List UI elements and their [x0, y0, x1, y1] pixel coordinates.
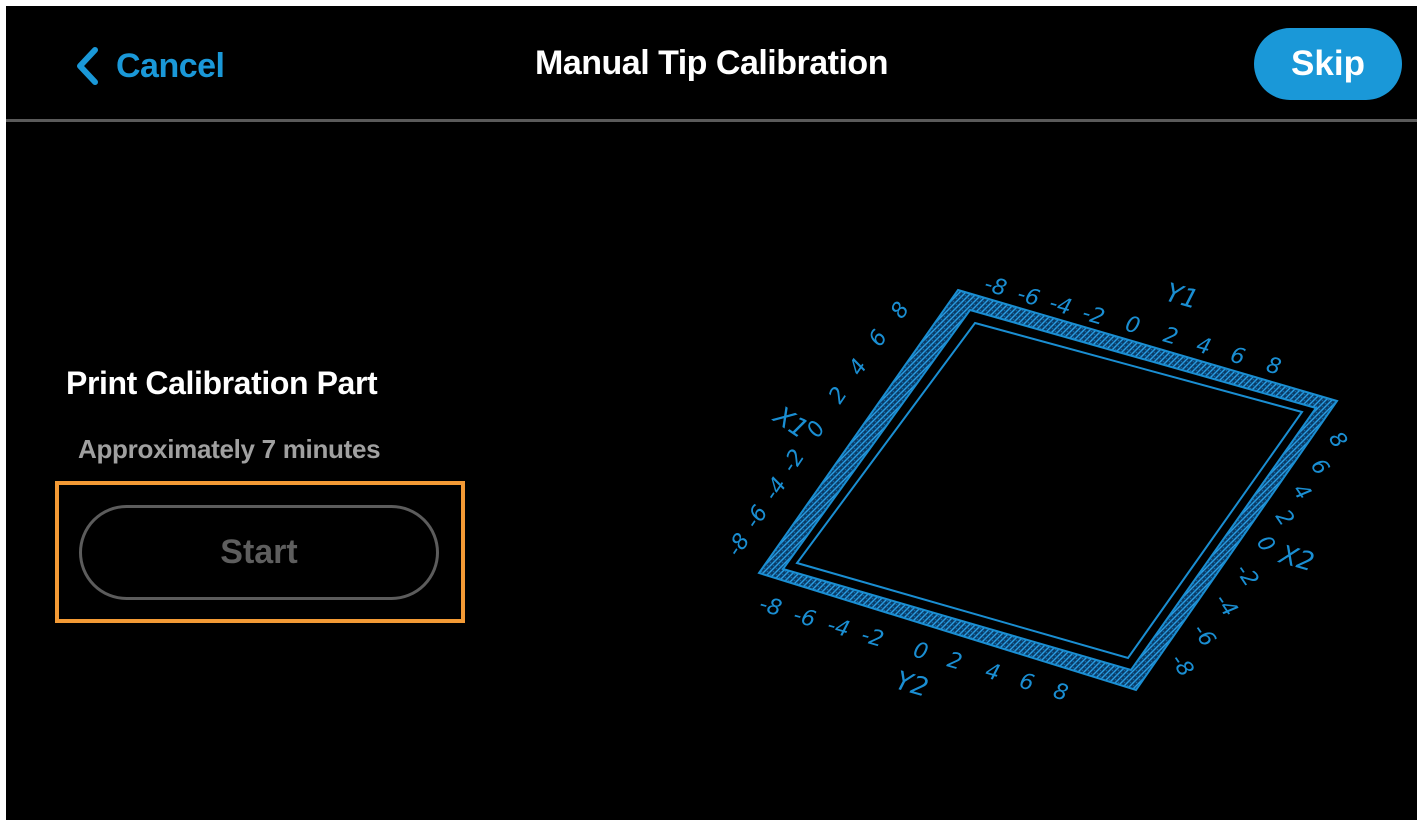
section-heading: Print Calibration Part — [66, 365, 378, 401]
scale-tick: -8 — [1165, 649, 1198, 681]
skip-button[interactable]: Skip — [1254, 28, 1402, 100]
scale-tick: 2 — [944, 648, 964, 676]
axis-label-y1: Y1 — [1162, 278, 1201, 316]
header-divider — [6, 119, 1417, 122]
screen-edge — [1417, 0, 1423, 826]
scale-tick: -8 — [722, 529, 755, 561]
axis-label-y2: Y2 — [892, 666, 931, 704]
scale-tick: 8 — [1050, 679, 1070, 707]
scale-tick: -6 — [1187, 619, 1220, 651]
screen-edge — [0, 0, 6, 826]
scale-tick: 6 — [1305, 454, 1334, 480]
right-scale: 8 6 4 2 0 -2 -4 -6 -8 — [1165, 427, 1352, 681]
scale-tick: 2 — [1270, 505, 1299, 531]
left-scale: -8 -6 -4 -2 0 2 4 6 8 — [722, 298, 915, 562]
axis-label-x2: X2 — [1274, 539, 1317, 578]
scale-tick: 0 — [1122, 312, 1142, 340]
scale-tick: 0 — [1251, 531, 1280, 557]
scale-tick: 2 — [1160, 323, 1180, 351]
scale-tick: 8 — [1323, 427, 1352, 453]
start-button[interactable]: Start — [79, 505, 439, 600]
page-title: Manual Tip Calibration — [535, 44, 888, 82]
scale-tick: 6 — [1227, 343, 1247, 371]
scale-tick: -4 — [759, 473, 792, 505]
screen-edge — [0, 820, 1423, 826]
duration-text: Approximately 7 minutes — [78, 434, 381, 464]
scale-tick: 2 — [824, 383, 853, 409]
scale-tick: -6 — [790, 603, 818, 633]
scale-tick: 4 — [844, 355, 873, 381]
scale-tick: -2 — [777, 445, 810, 477]
calibration-part-diagram: Y1 X1 X2 Y2 -8 -6 -4 -2 0 2 4 6 8 -8 -6 … — [722, 272, 1352, 707]
start-label: Start — [220, 533, 298, 571]
scale-tick: 4 — [1287, 479, 1316, 505]
scale-tick: 8 — [1263, 353, 1283, 381]
scale-tick: -6 — [740, 501, 773, 533]
screen-edge — [0, 0, 1423, 6]
scale-tick: 6 — [864, 326, 893, 352]
scale-tick: 4 — [982, 659, 1002, 687]
scale-tick: 8 — [886, 298, 915, 324]
scale-tick: -2 — [1230, 559, 1263, 591]
scale-tick: -8 — [756, 592, 784, 622]
scale-tick: 6 — [1016, 669, 1036, 697]
scale-tick: 0 — [802, 417, 831, 443]
scale-tick: 4 — [1193, 333, 1213, 361]
scale-tick: -4 — [1209, 589, 1242, 621]
scale-tick: -4 — [824, 613, 852, 643]
scale-tick: 0 — [910, 638, 930, 666]
scale-tick: -2 — [858, 623, 886, 653]
